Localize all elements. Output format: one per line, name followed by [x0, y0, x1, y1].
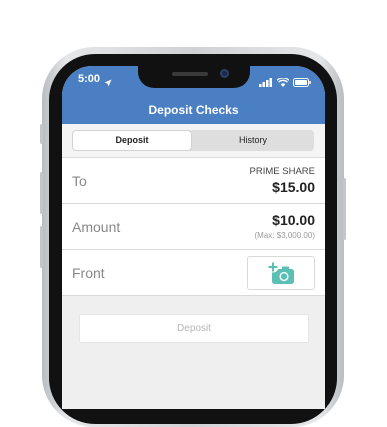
page-title: Deposit Checks: [148, 103, 239, 117]
nav-header: 5:00 Deposit Checks: [62, 66, 325, 124]
deposit-button[interactable]: Deposit: [79, 314, 309, 343]
front-image-row: Front: [62, 250, 325, 296]
tab-deposit[interactable]: Deposit: [73, 131, 191, 150]
account-balance: $15.00: [272, 179, 315, 195]
to-account-row[interactable]: To PRIME SHARE $15.00: [62, 158, 325, 204]
wifi-icon: [276, 74, 290, 92]
front-label: Front: [72, 265, 105, 281]
location-arrow-icon: [104, 74, 112, 92]
phone-notch: [138, 66, 250, 88]
amount-max: (Max: $3,000.00): [254, 231, 315, 240]
amount-row[interactable]: Amount $10.00 (Max: $3,000.00): [62, 204, 325, 250]
segmented-control: Deposit History: [72, 130, 314, 151]
front-camera: [220, 69, 229, 78]
phone-screen: 5:00 Deposit Checks Deposit History To P…: [62, 66, 325, 409]
status-icons: [259, 74, 311, 92]
to-label: To: [72, 173, 87, 189]
account-name: PRIME SHARE: [249, 166, 315, 177]
phone-side-button: [40, 124, 43, 144]
phone-volume-down-button: [40, 226, 43, 268]
amount-value: $10.00: [272, 212, 315, 228]
amount-label: Amount: [72, 219, 121, 235]
status-time: 5:00: [78, 73, 101, 85]
speaker-grille: [172, 72, 208, 76]
phone-power-button: [343, 178, 346, 240]
battery-icon: [293, 74, 311, 92]
phone-volume-up-button: [40, 172, 43, 214]
tab-history[interactable]: History: [193, 131, 313, 150]
add-photo-icon: [267, 261, 297, 290]
cellular-signal-icon: [259, 74, 273, 92]
capture-front-button[interactable]: [247, 256, 315, 290]
tab-bar: Deposit History: [62, 124, 325, 158]
